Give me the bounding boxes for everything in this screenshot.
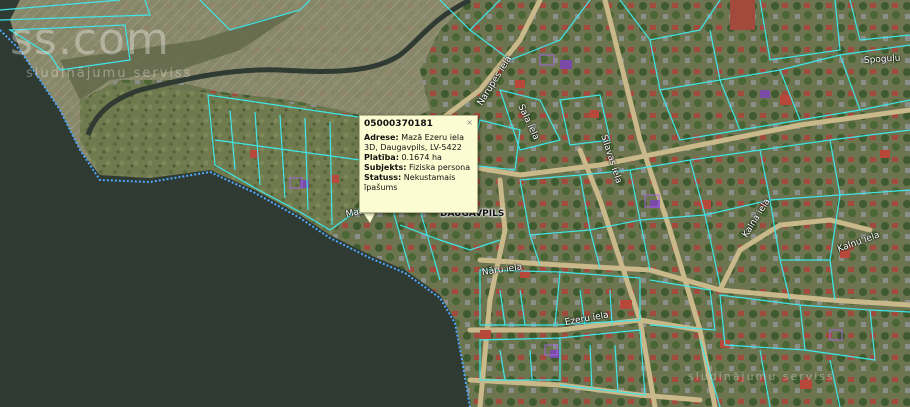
address-row: Adrese: Mazā Ezeru iela 3D, Daugavpils, …	[364, 133, 473, 153]
status-row: Statuss: Nekustamais īpašums	[364, 173, 473, 193]
area-row: Platība: 0.1674 ha	[364, 153, 473, 163]
subject-label: Subjekts:	[364, 163, 407, 172]
address-label: Adrese:	[364, 133, 399, 142]
subject-row: Subjekts: Fiziska persona	[364, 163, 473, 173]
area-value: 0.1674 ha	[401, 153, 442, 162]
close-icon[interactable]: ×	[466, 118, 473, 128]
area-label: Platība:	[364, 153, 399, 162]
status-label: Statuss:	[364, 173, 402, 182]
watermark-logo: ss.com	[10, 14, 170, 65]
watermark-corner: sludinājumu serviss	[688, 370, 835, 383]
subject-value: Fiziska persona	[409, 163, 471, 172]
watermark-tagline: sludinājumu serviss	[26, 66, 193, 81]
parcel-info-popup: × 05000370181 Adrese: Mazā Ezeru iela 3D…	[359, 115, 478, 213]
parcel-number: 05000370181	[364, 119, 433, 129]
